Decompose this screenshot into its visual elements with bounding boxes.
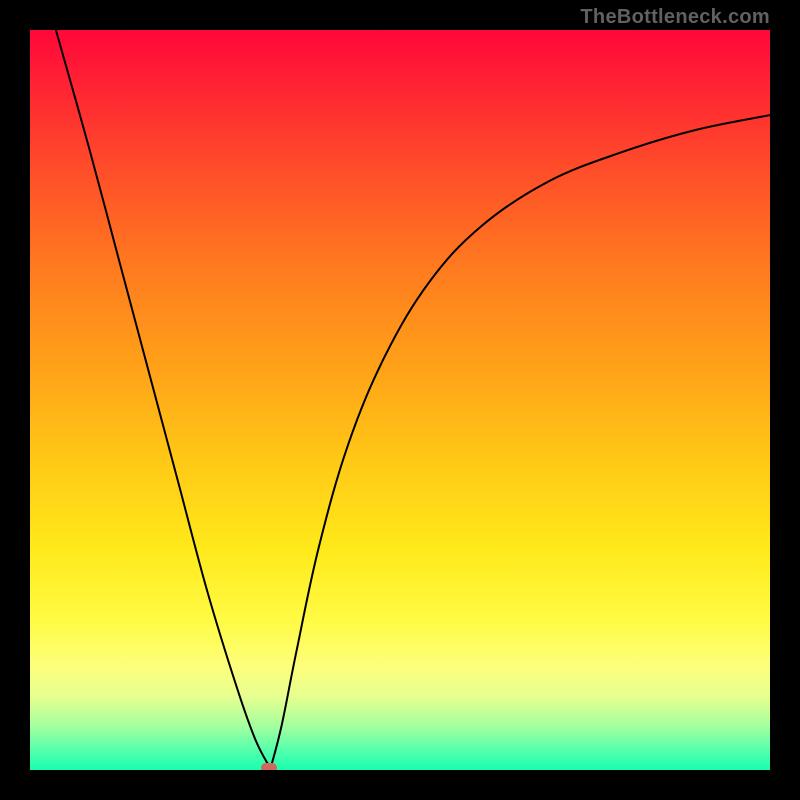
curve-right-branch [271,115,771,768]
frame-right [770,0,800,800]
bottleneck-curve [0,0,800,800]
watermark-text: TheBottleneck.com [580,6,770,29]
frame-left [0,0,30,800]
frame-bottom [0,770,800,800]
bottleneck-chart: TheBottleneck.com [0,0,800,800]
curve-left-branch [56,30,271,769]
